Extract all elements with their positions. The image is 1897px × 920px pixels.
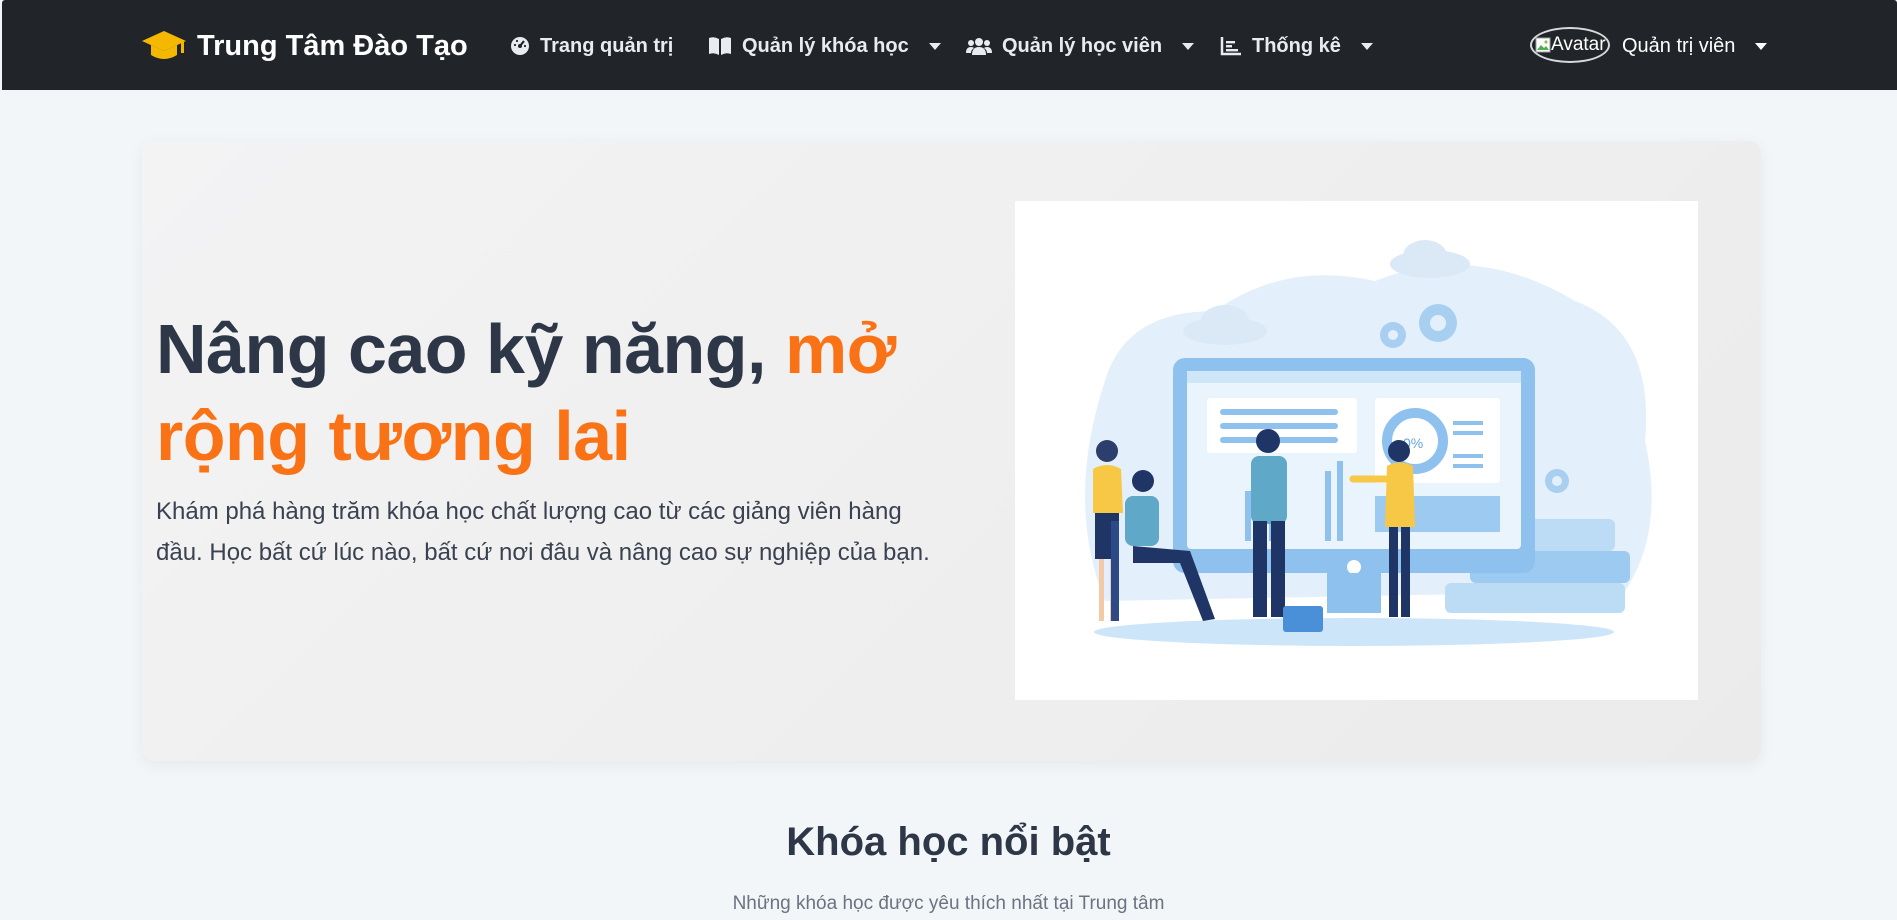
avatar[interactable]: Avatar bbox=[1530, 27, 1610, 63]
nav-statistics-label: Thống kê bbox=[1252, 34, 1341, 57]
brand-link[interactable]: Trung Tâm Đào Tạo bbox=[141, 28, 468, 64]
nav-dashboard[interactable]: Trang quản trị bbox=[510, 28, 673, 64]
hero-title-plain: Nâng cao kỹ năng, bbox=[156, 310, 766, 388]
nav-courses[interactable]: Quản lý khóa học bbox=[708, 28, 941, 64]
hero-title: Nâng cao kỹ năng, mở rộng tương lai bbox=[156, 306, 956, 480]
chevron-down-icon bbox=[928, 42, 941, 50]
hero-illustration: 0% bbox=[1015, 201, 1698, 700]
user-menu[interactable]: Quản trị viên bbox=[1622, 28, 1768, 64]
team-presentation-illustration: 0% bbox=[1085, 240, 1652, 646]
nav-students[interactable]: Quản lý học viên bbox=[966, 28, 1195, 64]
users-icon bbox=[966, 38, 992, 55]
nav-courses-label: Quản lý khóa học bbox=[742, 34, 909, 57]
brand-name: Trung Tâm Đào Tạo bbox=[197, 29, 468, 62]
chart-icon bbox=[1220, 37, 1241, 56]
chevron-down-icon bbox=[1755, 42, 1768, 50]
book-icon bbox=[709, 37, 731, 55]
hero-description: Khám phá hàng trăm khóa học chất lượng c… bbox=[156, 498, 930, 566]
broken-image-icon bbox=[1535, 37, 1551, 53]
graduation-cap-icon bbox=[142, 31, 186, 59]
nav-dashboard-label: Trang quản trị bbox=[540, 34, 674, 57]
nav-students-label: Quản lý học viên bbox=[1002, 34, 1163, 57]
featured-courses-title: Khóa học nổi bật bbox=[786, 820, 1111, 864]
user-menu-label: Quản trị viên bbox=[1622, 34, 1736, 57]
nav-statistics[interactable]: Thống kê bbox=[1220, 28, 1373, 64]
featured-courses-subtitle: Những khóa học được yêu thích nhất tại T… bbox=[732, 893, 1165, 914]
avatar-alt-text: Avatar bbox=[1551, 34, 1606, 55]
speedometer-icon bbox=[511, 37, 529, 55]
chevron-down-icon bbox=[1360, 42, 1373, 50]
top-navbar: Trung Tâm Đào Tạo Trang quản trị Quản lý… bbox=[2, 0, 1897, 90]
chevron-down-icon bbox=[1182, 42, 1195, 50]
